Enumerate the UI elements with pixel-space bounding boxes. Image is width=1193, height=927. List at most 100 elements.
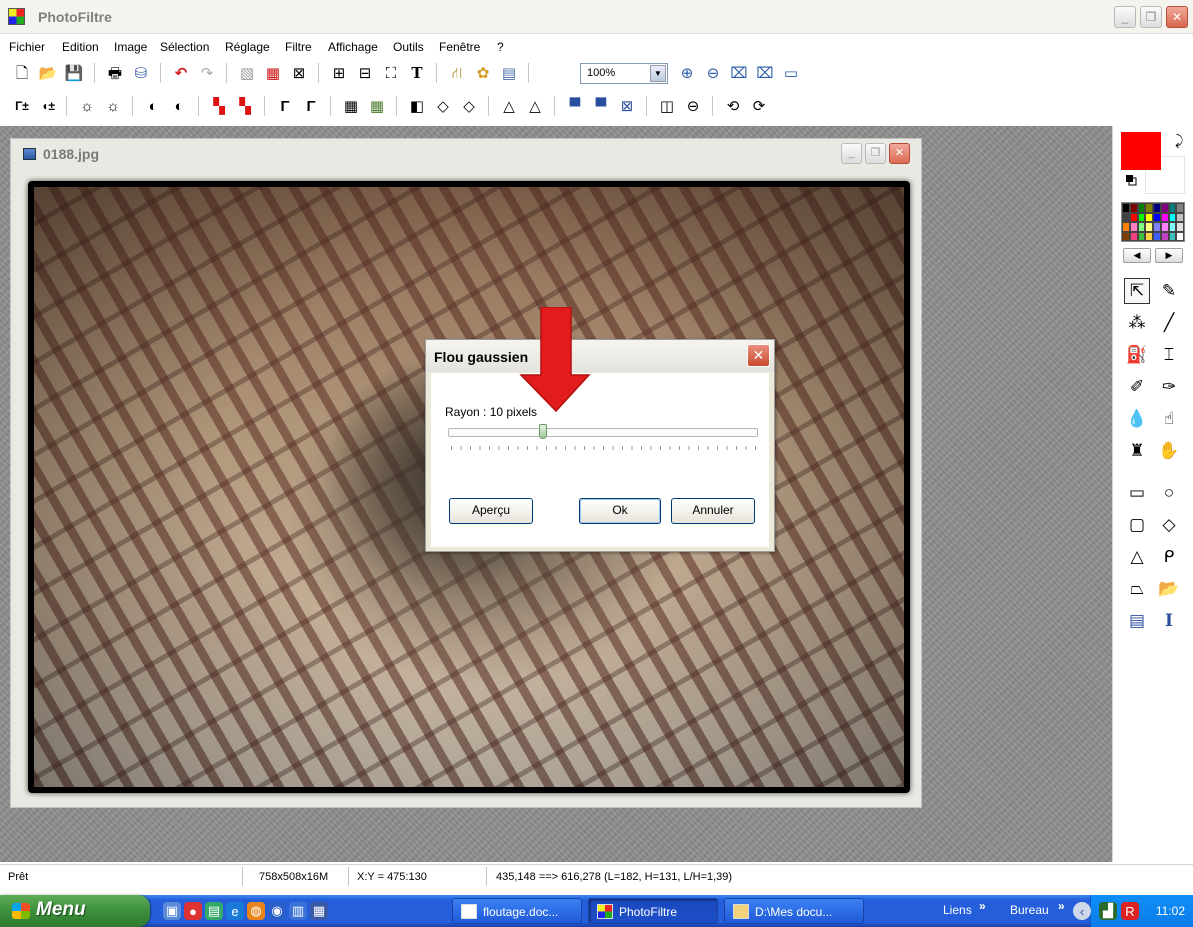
- image-close-button[interactable]: ✕: [889, 143, 910, 164]
- zoom-select[interactable]: 100% ▼: [580, 63, 668, 84]
- magic-wand-tool-icon[interactable]: ⁂: [1124, 310, 1150, 336]
- explorer-icon[interactable]: ⛙: [446, 62, 468, 84]
- menu-filtre[interactable]: Filtre: [285, 40, 312, 54]
- dialog-titlebar[interactable]: Flou gaussien ✕: [426, 340, 774, 372]
- lasso-selection-icon[interactable]: ᑭ: [1156, 544, 1182, 570]
- info-icon[interactable]: ▤: [498, 62, 520, 84]
- crop-icon[interactable]: ⛶: [380, 62, 402, 84]
- image-window-titlebar[interactable]: 0188.jpg _ ❐ ✕: [11, 139, 921, 169]
- firefox-icon[interactable]: ◍: [247, 902, 265, 920]
- radius-slider-thumb[interactable]: [539, 424, 547, 439]
- flip-vertical-icon[interactable]: ▀: [590, 95, 612, 117]
- line-tool-icon[interactable]: ╱: [1156, 310, 1182, 336]
- menu-image[interactable]: Image: [114, 40, 147, 54]
- hand-tool-icon[interactable]: ✋: [1156, 438, 1182, 464]
- spray-tool-icon[interactable]: ⌶: [1156, 342, 1182, 368]
- contrast-minus-icon[interactable]: ◐: [142, 95, 164, 117]
- gaussian-blur-dialog[interactable]: Flou gaussien ✕ Rayon : 10 pixels Aperçu…: [425, 339, 775, 552]
- undo-icon[interactable]: ↶: [170, 62, 192, 84]
- menu-fenetre[interactable]: Fenêtre: [439, 40, 480, 54]
- rounded-rectangle-selection-icon[interactable]: ▢: [1124, 512, 1150, 538]
- auto-contrast-icon[interactable]: ◖±: [37, 95, 59, 117]
- invert-selection-icon[interactable]: I: [1156, 608, 1182, 634]
- redo-icon[interactable]: ↷: [196, 62, 218, 84]
- canvas-size-icon[interactable]: ⊟: [354, 62, 376, 84]
- quicklaunch-app-icon[interactable]: ●: [184, 902, 202, 920]
- ellipse-selection-icon[interactable]: ○: [1156, 480, 1182, 506]
- menu-help[interactable]: ?: [497, 40, 504, 54]
- rotate-right-icon[interactable]: ⟳: [748, 95, 770, 117]
- zoom-in-icon[interactable]: ⊕: [676, 62, 698, 84]
- saturation-minus-icon[interactable]: ▚: [208, 95, 230, 117]
- actual-size-icon[interactable]: ⌧: [728, 62, 750, 84]
- swap-colors-icon[interactable]: ⤸: [1175, 132, 1183, 149]
- gamma-minus-icon[interactable]: Γ: [274, 95, 296, 117]
- internet-explorer-icon[interactable]: e: [226, 902, 244, 920]
- fit-window-icon[interactable]: ⌧: [754, 62, 776, 84]
- mirror-icon[interactable]: ◫: [656, 95, 678, 117]
- reset-colors-icon[interactable]: [1125, 174, 1137, 186]
- text-icon[interactable]: T: [406, 62, 428, 84]
- triangle-selection-icon[interactable]: △: [1124, 544, 1150, 570]
- radius-slider[interactable]: [448, 428, 758, 437]
- palette-prev-button[interactable]: ◀: [1123, 248, 1151, 263]
- quicklaunch-app-icon[interactable]: ▤: [205, 902, 223, 920]
- pointer-tool-icon[interactable]: ⇱: [1124, 278, 1150, 304]
- color-swatches[interactable]: [1121, 202, 1185, 242]
- brightness-plus-icon[interactable]: ☼: [102, 95, 124, 117]
- image-maximize-button[interactable]: ❐: [865, 143, 886, 164]
- menu-reglage[interactable]: Réglage: [225, 40, 270, 54]
- sharpen-more-icon[interactable]: △: [524, 95, 546, 117]
- fade-icon[interactable]: ▧: [236, 62, 258, 84]
- saturation-plus-icon[interactable]: ▚: [234, 95, 256, 117]
- full-screen-icon[interactable]: ▭: [780, 62, 802, 84]
- flip-horizontal-icon[interactable]: ▀: [564, 95, 586, 117]
- rectangle-selection-icon[interactable]: ▭: [1124, 480, 1150, 506]
- brush-tool-icon[interactable]: ✐: [1124, 374, 1150, 400]
- grayscale-icon[interactable]: ◧: [406, 95, 428, 117]
- open-folder-icon[interactable]: 📂: [37, 62, 59, 84]
- task-floutage-doc[interactable]: floutage.doc...: [452, 898, 582, 924]
- foreground-color-swatch[interactable]: [1121, 132, 1161, 170]
- auto-levels-icon[interactable]: Γ±: [11, 95, 33, 117]
- sharpen-icon[interactable]: △: [498, 95, 520, 117]
- preview-button[interactable]: Aperçu: [449, 498, 533, 524]
- blur-more-icon[interactable]: ◇: [458, 95, 480, 117]
- advanced-brush-tool-icon[interactable]: ✑: [1156, 374, 1182, 400]
- scan-icon[interactable]: ⛁: [130, 62, 152, 84]
- flip-icon[interactable]: ⊖: [682, 95, 704, 117]
- print-icon[interactable]: 🖶: [104, 62, 126, 84]
- save-icon[interactable]: 💾: [63, 62, 85, 84]
- blur-drop-tool-icon[interactable]: 💧: [1124, 406, 1150, 432]
- quicklaunch-app-icon[interactable]: ▦: [310, 902, 328, 920]
- task-mes-documents[interactable]: D:\Mes docu...: [724, 898, 864, 924]
- zoom-out-icon[interactable]: ⊖: [702, 62, 724, 84]
- tray-antivirus-icon[interactable]: R: [1121, 902, 1139, 920]
- dialog-close-button[interactable]: ✕: [747, 344, 770, 367]
- menu-selection[interactable]: Sélection: [160, 40, 209, 54]
- select-all-icon[interactable]: ▤: [1124, 608, 1150, 634]
- mosaic-icon[interactable]: ▦: [366, 95, 388, 117]
- close-button[interactable]: ✕: [1166, 6, 1188, 28]
- quicklaunch-app-icon[interactable]: ◉: [268, 902, 286, 920]
- color-filter-icon[interactable]: ▦: [262, 62, 284, 84]
- maximize-button[interactable]: ❐: [1140, 6, 1162, 28]
- tray-network-icon[interactable]: ▟: [1099, 902, 1117, 920]
- desktop-chevron-icon[interactable]: »: [1058, 899, 1065, 913]
- stamp-tool-icon[interactable]: ♜: [1124, 438, 1150, 464]
- grid-icon[interactable]: ▦: [340, 95, 362, 117]
- fill-tool-icon[interactable]: ⛽: [1124, 342, 1150, 368]
- blur-icon[interactable]: ◇: [432, 95, 454, 117]
- new-file-icon[interactable]: 🗋: [11, 62, 33, 84]
- rotate-icon[interactable]: ⊠: [616, 95, 638, 117]
- tray-expand-icon[interactable]: ‹: [1073, 902, 1091, 920]
- plugin-icon[interactable]: ✿: [472, 62, 494, 84]
- minimize-button[interactable]: _: [1114, 6, 1136, 28]
- open-shape-icon[interactable]: 📂: [1156, 576, 1182, 602]
- polygon-selection-icon[interactable]: ⏢: [1124, 576, 1150, 602]
- links-chevron-icon[interactable]: »: [979, 899, 986, 913]
- start-button[interactable]: Menu: [0, 895, 150, 927]
- task-photofiltre[interactable]: PhotoFiltre: [588, 898, 718, 924]
- diamond-selection-icon[interactable]: ◇: [1156, 512, 1182, 538]
- desktop-toolbar[interactable]: Bureau: [1010, 903, 1049, 917]
